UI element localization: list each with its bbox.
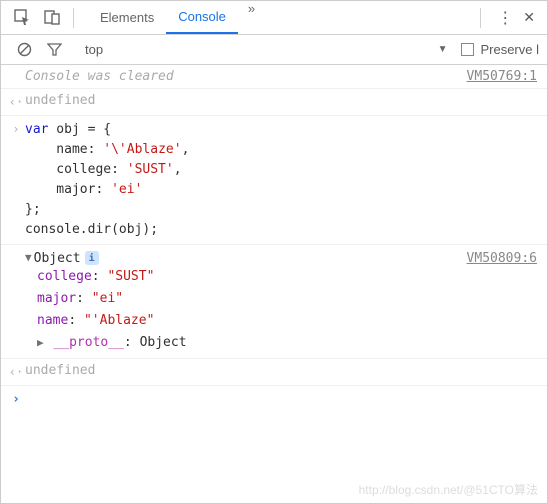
disclosure-right-icon[interactable]: ▶ (37, 336, 44, 349)
console-subbar: top ▼ Preserve l (1, 35, 547, 65)
disclosure-down-icon[interactable]: ▼ (25, 251, 32, 264)
object-property[interactable]: college: "SUST" (37, 266, 187, 288)
console-message: Console was cleared VM50769:1 (1, 65, 547, 89)
source-link[interactable]: VM50809:6 (467, 251, 547, 266)
object-properties: college: "SUST" major: "ei" name: "'Abla… (7, 266, 187, 354)
inspect-icon[interactable] (9, 5, 35, 31)
console-prompt[interactable]: › (1, 386, 547, 413)
separator (73, 8, 74, 28)
prompt-icon: › (7, 392, 25, 407)
source-link[interactable]: VM50769:1 (467, 69, 547, 84)
console-result: ‹· undefined (1, 359, 547, 386)
context-dropdown-icon[interactable]: ▼ (438, 44, 448, 55)
object-property[interactable]: major: "ei" (37, 288, 187, 310)
tab-console[interactable]: Console (166, 1, 238, 34)
input-icon: › (7, 120, 25, 138)
info-icon[interactable]: i (85, 251, 99, 265)
result-icon: ‹· (7, 93, 25, 111)
result-icon: ‹· (7, 363, 25, 381)
clear-console-icon[interactable] (11, 37, 37, 63)
tabs-overflow[interactable]: » (238, 1, 265, 34)
undefined-value: undefined (25, 93, 547, 108)
devtools-toolbar: Elements Console » ⋮ ✕ (1, 1, 547, 35)
device-toggle-icon[interactable] (39, 5, 65, 31)
kebab-menu-icon[interactable]: ⋮ (497, 8, 513, 28)
code-block: var obj = { name: '\'Ablaze', college: '… (25, 120, 547, 240)
preserve-log[interactable]: Preserve l (461, 42, 539, 57)
cleared-message: Console was cleared (25, 69, 467, 84)
context-select[interactable]: top (79, 40, 109, 59)
undefined-value: undefined (25, 363, 547, 378)
preserve-checkbox[interactable] (461, 43, 474, 56)
separator (480, 8, 481, 28)
close-icon[interactable]: ✕ (523, 9, 535, 26)
object-label[interactable]: Object (34, 251, 81, 266)
console-input-echo: › var obj = { name: '\'Ablaze', college:… (1, 116, 547, 244)
console-output: Console was cleared VM50769:1 ‹· undefin… (1, 65, 547, 413)
tab-strip: Elements Console » (88, 1, 474, 34)
object-property[interactable]: name: "'Ablaze" (37, 310, 187, 332)
tab-elements[interactable]: Elements (88, 1, 166, 34)
console-dir-output: ▼ Object i VM50809:6 college: "SUST" maj… (1, 244, 547, 359)
watermark: http://blog.csdn.net/@51CTO算法 (359, 481, 538, 498)
console-result: ‹· undefined (1, 89, 547, 116)
preserve-label: Preserve l (480, 42, 539, 57)
object-proto[interactable]: ▶ __proto__: Object (37, 332, 187, 354)
filter-icon[interactable] (41, 37, 67, 63)
